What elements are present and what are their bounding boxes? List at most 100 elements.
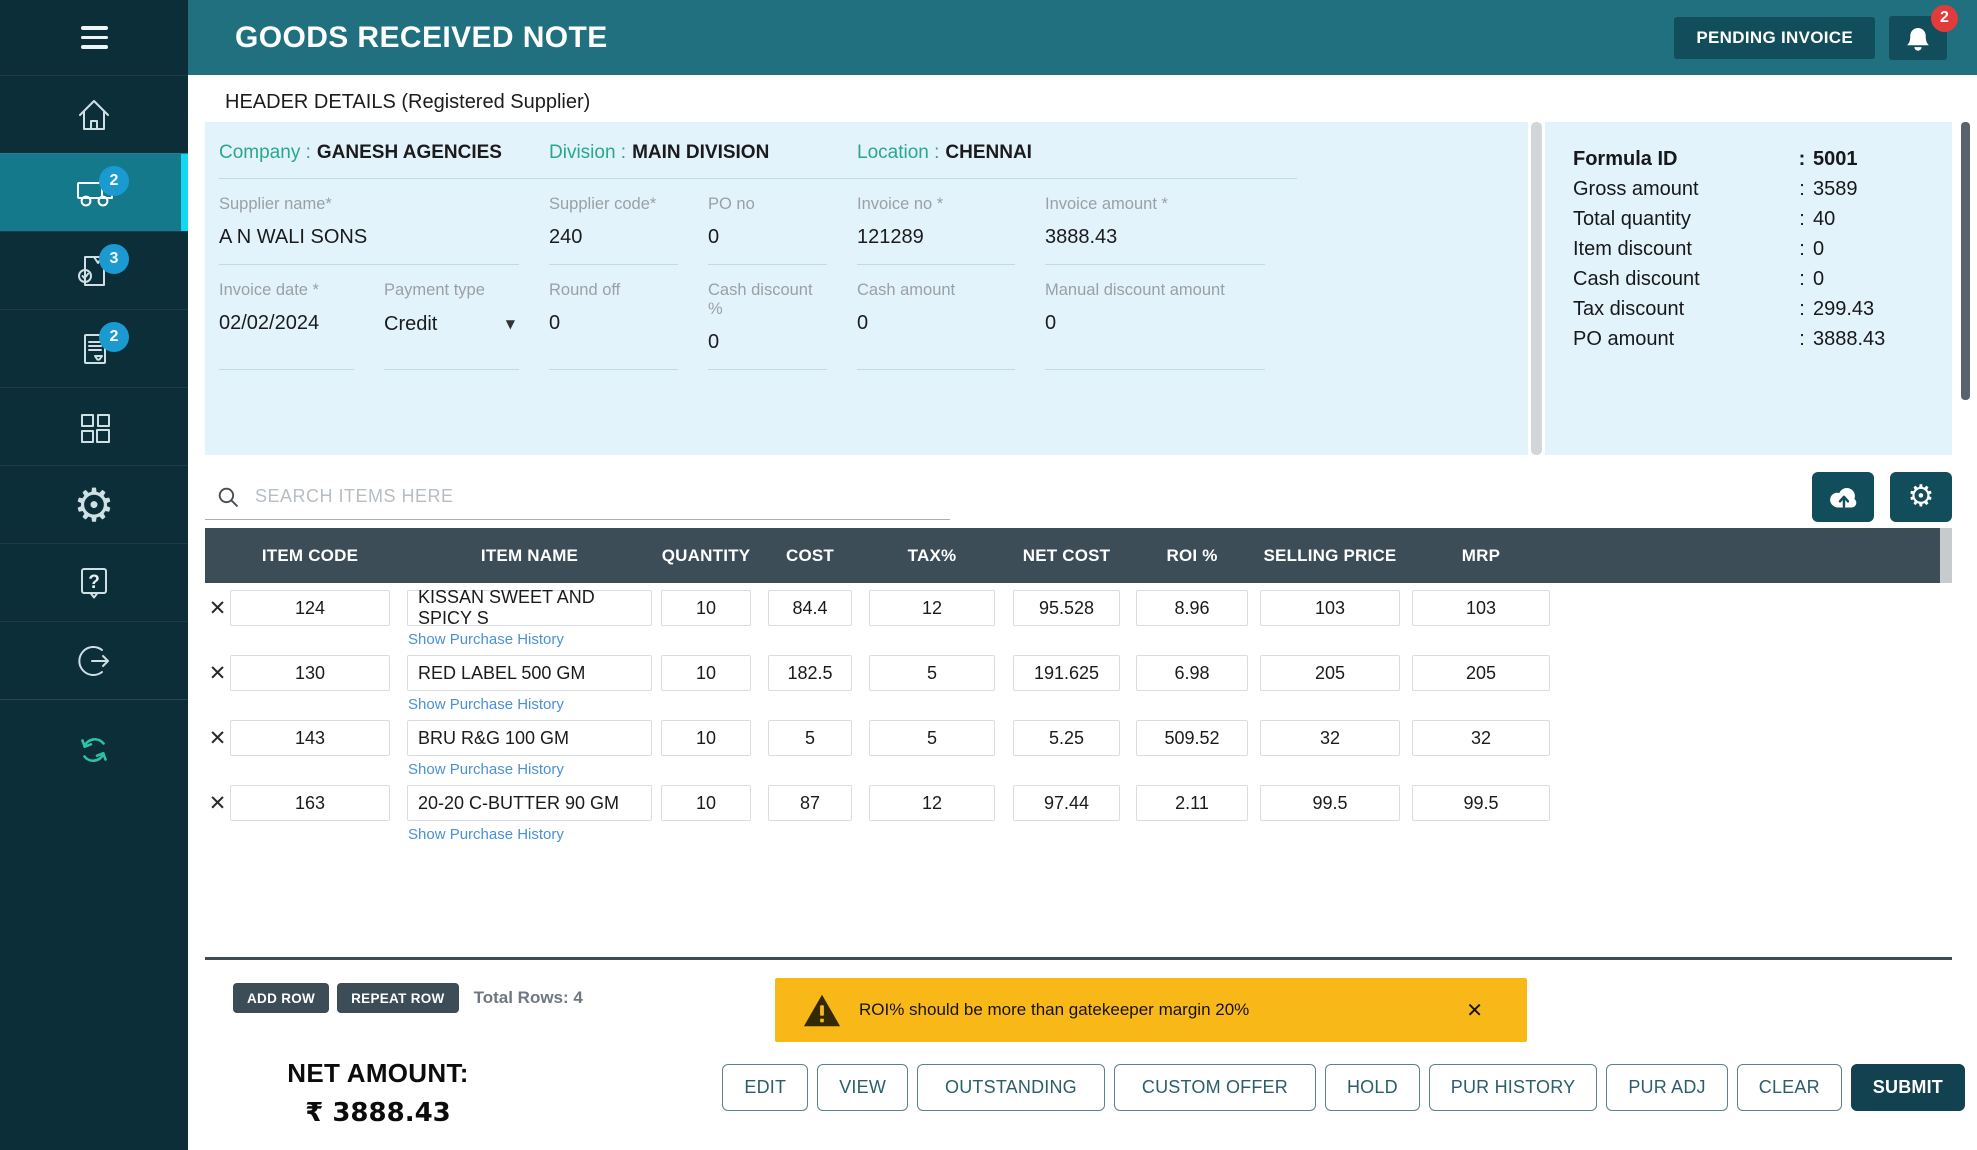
payment-type-select[interactable]: Credit ▼: [384, 312, 519, 336]
col-mrp: MRP: [1412, 546, 1550, 566]
mrp-input[interactable]: 103: [1412, 590, 1550, 626]
table-row: ✕ 143 BRU R&G 100 GM 10 5 5 5.25 509.52 …: [205, 720, 1952, 778]
item-code-input[interactable]: 163: [230, 785, 390, 821]
selling-price-input[interactable]: 103: [1260, 590, 1400, 626]
po-no-field[interactable]: 0: [708, 226, 827, 250]
cost-input[interactable]: 84.4: [768, 590, 852, 626]
table-scrollbar[interactable]: [1940, 528, 1952, 583]
panel-scrollbar[interactable]: [1531, 122, 1542, 455]
net-cost-input[interactable]: 191.625: [1013, 655, 1120, 691]
roi-warning-banner: ROI% should be more than gatekeeper marg…: [775, 978, 1527, 1042]
tax-input[interactable]: 12: [869, 590, 995, 626]
cost-input[interactable]: 87: [768, 785, 852, 821]
tax-input[interactable]: 12: [869, 785, 995, 821]
search-toolbar-row: ⚙: [205, 470, 1952, 524]
show-purchase-history-link[interactable]: Show Purchase History: [408, 761, 564, 778]
supplier-code-field[interactable]: 240: [549, 226, 678, 250]
quantity-input[interactable]: 10: [661, 785, 751, 821]
summary-label: Item discount: [1573, 234, 1791, 264]
sidebar-item-purchase-invoices[interactable]: 2: [0, 309, 188, 387]
clear-button[interactable]: CLEAR: [1737, 1064, 1842, 1111]
roi-input[interactable]: 509.52: [1136, 720, 1248, 756]
show-purchase-history-link[interactable]: Show Purchase History: [408, 696, 564, 713]
sidebar-item-settings[interactable]: ⚙: [0, 465, 188, 543]
summary-row-formula-id: Formula ID:5001: [1573, 144, 1928, 174]
mrp-input[interactable]: 99.5: [1412, 785, 1550, 821]
roi-input[interactable]: 8.96: [1136, 590, 1248, 626]
tax-input[interactable]: 5: [869, 720, 995, 756]
cash-discount-pct-field[interactable]: 0: [708, 331, 827, 355]
roi-input[interactable]: 6.98: [1136, 655, 1248, 691]
sidebar-item-help[interactable]: ?: [0, 543, 188, 621]
item-name-input[interactable]: BRU R&G 100 GM: [407, 720, 652, 756]
delete-row-button[interactable]: ✕: [205, 661, 230, 685]
supplier-name-field-block: Supplier name* A N WALI SONS: [219, 195, 519, 265]
show-purchase-history-link[interactable]: Show Purchase History: [408, 631, 564, 648]
pur-history-button[interactable]: PUR HISTORY: [1429, 1064, 1598, 1111]
delete-row-button[interactable]: ✕: [205, 596, 230, 620]
quantity-input[interactable]: 10: [661, 590, 751, 626]
item-name-input[interactable]: 20-20 C-BUTTER 90 GM: [407, 785, 652, 821]
cash-discount-pct-field-block: Cash discount % 0: [708, 281, 827, 370]
mrp-input[interactable]: 205: [1412, 655, 1550, 691]
item-code-input[interactable]: 130: [230, 655, 390, 691]
location-block: Location :CHENNAI: [857, 134, 1297, 179]
item-name-input[interactable]: RED LABEL 500 GM: [407, 655, 652, 691]
cash-amount-field[interactable]: 0: [857, 312, 1015, 336]
table-row-line: ✕ 143 BRU R&G 100 GM 10 5 5 5.25 509.52 …: [205, 720, 1952, 756]
search-input[interactable]: [255, 486, 895, 507]
row-controls: ADD ROW REPEAT ROW Total Rows: 4: [205, 983, 583, 1013]
delete-row-button[interactable]: ✕: [205, 726, 230, 750]
supplier-name-field[interactable]: A N WALI SONS: [219, 226, 519, 250]
invoice-date-field[interactable]: 02/02/2024: [219, 312, 354, 336]
table-row-line: ✕ 130 RED LABEL 500 GM 10 182.5 5 191.62…: [205, 655, 1952, 691]
delete-row-button[interactable]: ✕: [205, 791, 230, 815]
selling-price-input[interactable]: 205: [1260, 655, 1400, 691]
roi-input[interactable]: 2.11: [1136, 785, 1248, 821]
selling-price-input[interactable]: 99.5: [1260, 785, 1400, 821]
item-code-input[interactable]: 143: [230, 720, 390, 756]
sidebar-item-approved-documents[interactable]: 3: [0, 231, 188, 309]
repeat-row-button[interactable]: REPEAT ROW: [337, 983, 459, 1013]
net-cost-input[interactable]: 97.44: [1013, 785, 1120, 821]
invoice-amount-field[interactable]: 3888.43: [1045, 226, 1265, 250]
manual-discount-field[interactable]: 0: [1045, 312, 1265, 336]
pending-invoice-button[interactable]: PENDING INVOICE: [1674, 17, 1875, 59]
warning-close-icon[interactable]: ✕: [1466, 998, 1483, 1022]
add-row-button[interactable]: ADD ROW: [233, 983, 329, 1013]
sidebar-item-goods-received[interactable]: 2: [0, 153, 188, 231]
sidebar-item-modules[interactable]: [0, 387, 188, 465]
quantity-input[interactable]: 10: [661, 720, 751, 756]
item-name-input[interactable]: KISSAN SWEET AND SPICY S: [407, 590, 652, 626]
hamburger-menu-icon[interactable]: [0, 0, 188, 75]
sidebar-item-logout[interactable]: [0, 621, 188, 699]
table-settings-button[interactable]: ⚙: [1890, 472, 1952, 522]
outstanding-button[interactable]: OUTSTANDING: [917, 1064, 1105, 1111]
quantity-input[interactable]: 10: [661, 655, 751, 691]
net-cost-input[interactable]: 5.25: [1013, 720, 1120, 756]
pur-adj-button[interactable]: PUR ADJ: [1606, 1064, 1727, 1111]
sidebar-item-sync[interactable]: [0, 699, 188, 799]
cost-input[interactable]: 182.5: [768, 655, 852, 691]
net-cost-input[interactable]: 95.528: [1013, 590, 1120, 626]
submit-button[interactable]: SUBMIT: [1851, 1064, 1965, 1111]
hold-button[interactable]: HOLD: [1325, 1064, 1420, 1111]
page-scrollbar-thumb[interactable]: [1961, 122, 1970, 400]
show-purchase-history-link[interactable]: Show Purchase History: [408, 826, 564, 843]
sidebar-item-home[interactable]: [0, 75, 188, 153]
tax-input[interactable]: 5: [869, 655, 995, 691]
invoice-no-field[interactable]: 121289: [857, 226, 1015, 250]
gear-icon: ⚙: [1908, 482, 1935, 512]
topbar-actions: PENDING INVOICE 2: [1674, 16, 1947, 60]
item-code-input[interactable]: 124: [230, 590, 390, 626]
notifications-button[interactable]: 2: [1889, 16, 1947, 60]
round-off-field[interactable]: 0: [549, 312, 678, 336]
cost-input[interactable]: 5: [768, 720, 852, 756]
view-button[interactable]: VIEW: [817, 1064, 908, 1111]
mrp-input[interactable]: 32: [1412, 720, 1550, 756]
edit-button[interactable]: EDIT: [722, 1064, 808, 1111]
summary-label: Gross amount: [1573, 174, 1791, 204]
upload-button[interactable]: [1812, 472, 1874, 522]
selling-price-input[interactable]: 32: [1260, 720, 1400, 756]
custom-offer-button[interactable]: CUSTOM OFFER: [1114, 1064, 1316, 1111]
